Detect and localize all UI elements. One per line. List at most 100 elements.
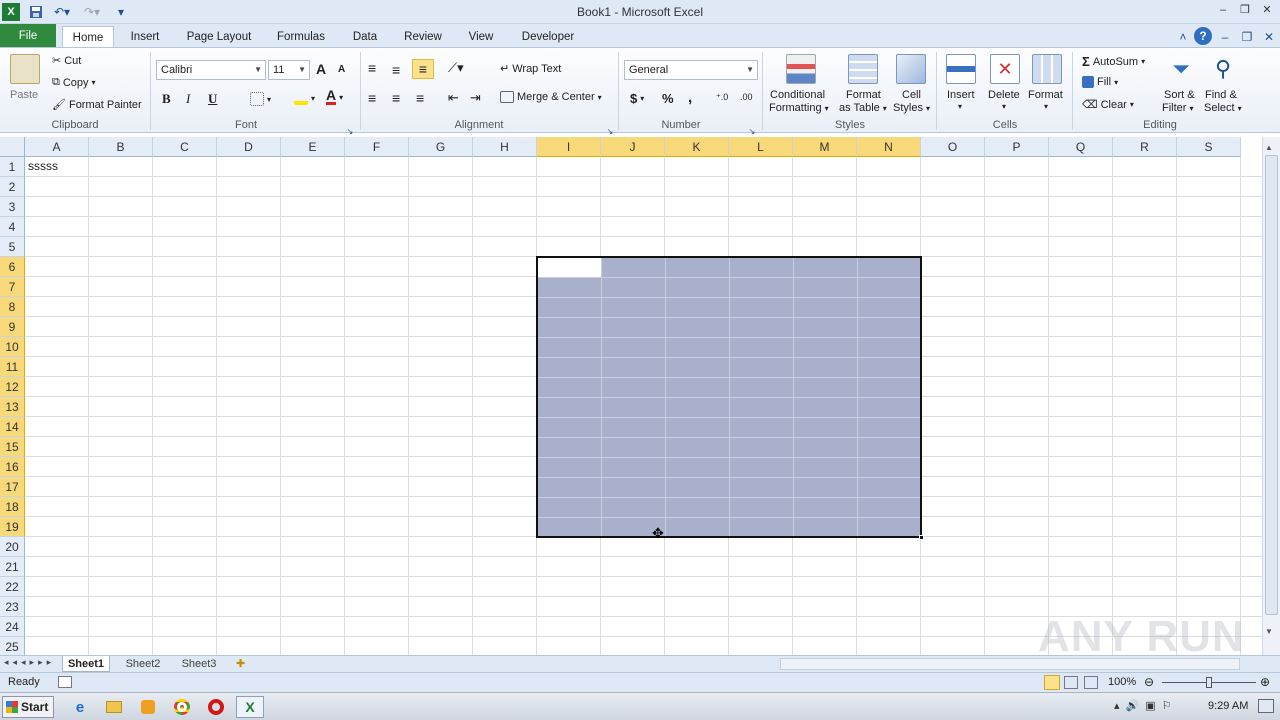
find-select-label2[interactable]: Select ▾ (1204, 102, 1242, 114)
zoom-in-icon[interactable]: ⊕ (1260, 675, 1270, 689)
macro-record-icon[interactable] (58, 676, 72, 688)
row-header-6[interactable]: 6 (0, 257, 25, 277)
fill-color-button[interactable]: ▾ (294, 91, 315, 105)
column-header-l[interactable]: L (729, 137, 793, 157)
row-header-3[interactable]: 3 (0, 197, 25, 217)
folder-icon[interactable] (102, 696, 126, 718)
row-header-16[interactable]: 16 (0, 457, 25, 477)
tab-data[interactable]: Data (344, 26, 386, 48)
cell-styles-label2[interactable]: Styles ▾ (893, 102, 930, 114)
tab-home[interactable]: Home (62, 26, 114, 48)
restore-button[interactable]: ❐ (1234, 1, 1256, 19)
number-format-select[interactable]: General ▼ (624, 60, 758, 80)
comma-button[interactable]: , (688, 89, 692, 106)
row-header-11[interactable]: 11 (0, 357, 25, 377)
minimize-ribbon-icon[interactable]: ˄ (1176, 28, 1190, 46)
conditional-formatting-label2[interactable]: Formatting ▾ (769, 102, 829, 114)
column-header-r[interactable]: R (1113, 137, 1177, 157)
format-cells-icon[interactable] (1032, 54, 1062, 84)
system-tray-icons[interactable]: ▴🔊▣⚐ (1114, 699, 1177, 712)
workbook-restore-icon[interactable]: ❐ (1240, 28, 1254, 46)
sheet-tab-1[interactable]: Sheet1 (62, 656, 110, 672)
column-header-s[interactable]: S (1177, 137, 1241, 157)
row-header-23[interactable]: 23 (0, 597, 25, 617)
zoom-out-icon[interactable]: ⊖ (1144, 675, 1154, 689)
align-bottom-icon[interactable]: ≡ (412, 59, 434, 79)
row-header-5[interactable]: 5 (0, 237, 25, 257)
row-header-7[interactable]: 7 (0, 277, 25, 297)
column-header-k[interactable]: K (665, 137, 729, 157)
zoom-level[interactable]: 100% (1108, 676, 1136, 688)
italic-button[interactable]: I (186, 91, 190, 107)
insert-cells-icon[interactable] (946, 54, 976, 84)
tab-developer[interactable]: Developer (514, 26, 582, 48)
row-header-14[interactable]: 14 (0, 417, 25, 437)
shrink-font-button[interactable]: A (338, 64, 345, 75)
row-header-24[interactable]: 24 (0, 617, 25, 637)
cell-styles-icon[interactable] (896, 54, 926, 84)
column-header-b[interactable]: B (89, 137, 153, 157)
excel-taskbar-icon[interactable]: X (236, 696, 264, 718)
sort-filter-label[interactable]: Sort & (1164, 89, 1195, 101)
row-header-9[interactable]: 9 (0, 317, 25, 337)
format-as-table-label[interactable]: Format (846, 89, 881, 101)
column-header-m[interactable]: M (793, 137, 857, 157)
workbook-close-icon[interactable]: ✕ (1262, 28, 1276, 46)
merge-center-button[interactable]: Merge & Center ▾ (500, 91, 602, 103)
column-header-o[interactable]: O (921, 137, 985, 157)
row-header-25[interactable]: 25 (0, 637, 25, 655)
workbook-minimize-icon[interactable]: – (1218, 28, 1232, 46)
tab-file[interactable]: File (0, 24, 56, 48)
borders-button[interactable]: ▾ (250, 92, 271, 106)
wrap-text-button[interactable]: ↵ Wrap Text (500, 62, 561, 76)
format-cells-button[interactable]: Format (1028, 89, 1063, 101)
insert-cells-button[interactable]: Insert (947, 89, 975, 101)
sort-filter-label2[interactable]: Filter ▾ (1162, 102, 1193, 114)
row-header-15[interactable]: 15 (0, 437, 25, 457)
row-header-8[interactable]: 8 (0, 297, 25, 317)
column-header-g[interactable]: G (409, 137, 473, 157)
row-header-22[interactable]: 22 (0, 577, 25, 597)
help-icon[interactable]: ? (1194, 27, 1212, 45)
sheet-nav-icon[interactable]: ◂◂◂▸▸▸ (4, 657, 55, 668)
row-header-1[interactable]: 1 (0, 157, 25, 177)
conditional-formatting-icon[interactable] (786, 54, 816, 84)
percent-button[interactable]: % (662, 91, 674, 106)
chrome-icon[interactable] (170, 696, 194, 718)
delete-cells-icon[interactable]: ✕ (990, 54, 1020, 84)
row-header-18[interactable]: 18 (0, 497, 25, 517)
paste-icon[interactable] (10, 54, 40, 84)
column-header-i[interactable]: I (537, 137, 601, 157)
increase-indent-icon[interactable]: ⇥ (470, 90, 481, 106)
underline-button[interactable]: U (208, 91, 217, 107)
clear-button[interactable]: ⌫ Clear ▾ (1082, 98, 1134, 112)
bold-button[interactable]: B (162, 91, 171, 107)
chevron-down-icon[interactable]: ▾ (1002, 102, 1006, 111)
tab-formulas[interactable]: Formulas (270, 26, 332, 48)
font-name-select[interactable]: Calibri ▼ (156, 60, 266, 80)
conditional-formatting-label[interactable]: Conditional (770, 89, 825, 101)
align-middle-icon[interactable]: ≡ (392, 62, 400, 78)
selected-range[interactable] (536, 256, 924, 540)
sheet-tab-3[interactable]: Sheet3 (176, 656, 222, 672)
cut-button[interactable]: ✂ Cut (52, 54, 81, 68)
active-cell[interactable] (538, 258, 601, 277)
decrease-indent-icon[interactable]: ⇤ (448, 90, 459, 106)
font-size-select[interactable]: 11 ▼ (268, 60, 310, 80)
cell-a1[interactable]: sssss (28, 159, 58, 173)
autosum-button[interactable]: Σ AutoSum ▾ (1082, 54, 1145, 69)
tab-review[interactable]: Review (398, 26, 448, 48)
decrease-decimal-icon[interactable]: .00 (740, 92, 753, 102)
tab-page-layout[interactable]: Page Layout (180, 26, 258, 48)
binoculars-icon[interactable]: ⚲ (1208, 54, 1238, 84)
increase-decimal-icon[interactable]: ⁺.0 (716, 92, 728, 103)
orientation-icon[interactable]: ⟋▾ (448, 60, 464, 76)
paste-button[interactable]: Paste (10, 89, 38, 101)
column-header-h[interactable]: H (473, 137, 537, 157)
scroll-down-icon[interactable]: ▼ (1265, 627, 1273, 636)
page-layout-view-icon[interactable] (1064, 676, 1078, 689)
sheet-tab-2[interactable]: Sheet2 (120, 656, 166, 672)
align-left-icon[interactable]: ≡ (368, 90, 376, 106)
row-header-21[interactable]: 21 (0, 557, 25, 577)
delete-cells-button[interactable]: Delete (988, 89, 1020, 101)
